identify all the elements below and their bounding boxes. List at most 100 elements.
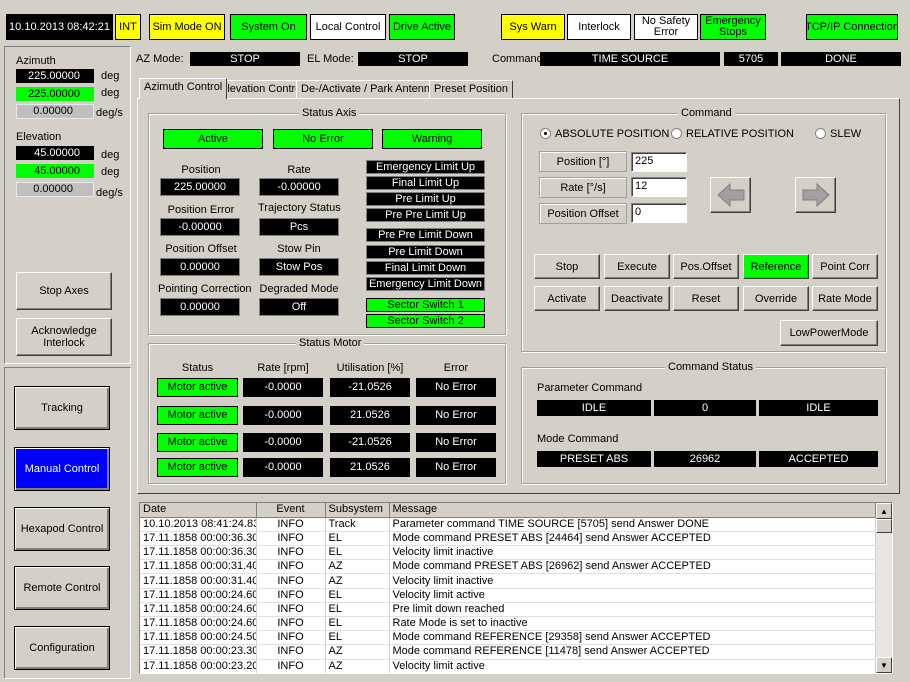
arrow-right-icon[interactable] — [795, 177, 836, 213]
log-event: INFO — [256, 644, 326, 660]
command-id: 5705 — [724, 52, 778, 66]
log-row[interactable]: 17.11.1858 00:00:24.604 INFO EL Velocity li… — [140, 588, 876, 603]
interlock-indicator: Interlock — [567, 14, 631, 40]
radio-absolute-position[interactable]: ABSOLUTE POSITION — [540, 128, 669, 140]
log-event: INFO — [256, 602, 326, 618]
log-header-subsystem[interactable]: Subsystem — [325, 503, 390, 518]
arrow-left-icon[interactable] — [710, 177, 751, 213]
reset-button[interactable]: Reset — [673, 286, 739, 311]
log-row[interactable]: 17.11.1858 00:00:24.604 INFO EL Pre limit d… — [140, 602, 876, 618]
stop-button[interactable]: Stop — [534, 254, 600, 279]
nav-manual-control-button[interactable]: Manual Control — [14, 447, 110, 491]
override-button[interactable]: Override — [743, 286, 809, 311]
position-error-label: Position Error — [167, 204, 235, 216]
unit-deg: deg — [101, 166, 120, 178]
tab-azimuth-control[interactable]: Azimuth Control — [139, 78, 228, 99]
log-event: INFO — [256, 545, 326, 561]
log-row[interactable]: 17.11.1858 00:00:23.204 INFO AZ Velocity li… — [140, 659, 876, 673]
log-event: INFO — [256, 630, 326, 646]
log-row[interactable]: 10.10.2013 08:41:24.837 INFO Track Paramete… — [140, 517, 876, 532]
log-row[interactable]: 17.11.1858 00:00:36.304 INFO EL Velocity li… — [140, 545, 876, 561]
log-subsystem: AZ — [325, 559, 390, 575]
execute-button[interactable]: Execute — [604, 254, 670, 279]
position-value: 225.00000 — [160, 178, 240, 196]
reference-button[interactable]: Reference — [743, 254, 809, 279]
unit-deg: deg — [101, 70, 120, 82]
log-row[interactable]: 17.11.1858 00:00:24.504 INFO EL Mode comman… — [140, 630, 876, 646]
mode-command-label: Mode Command — [537, 433, 619, 445]
log-subsystem: EL — [325, 588, 390, 603]
rate-input[interactable]: 12 — [631, 177, 687, 197]
radio-relative-position[interactable]: RELATIVE POSITION — [671, 128, 794, 140]
el-target-readout: 45.00000 — [16, 164, 94, 178]
rate-mode-button[interactable]: Rate Mode — [812, 286, 878, 311]
log-message: Mode command REFERENCE [29358] send Answ… — [389, 630, 876, 646]
low-power-mode-button[interactable]: LowPowerMode — [780, 320, 878, 346]
offset-input[interactable]: 0 — [631, 203, 687, 223]
scroll-down-icon[interactable]: ▼ — [876, 657, 892, 673]
pos-offset-button[interactable]: Pos.Offset — [673, 254, 739, 279]
deactivate-button[interactable]: Deactivate — [604, 286, 670, 311]
log-header-date[interactable]: Date — [140, 503, 257, 518]
trajectory-status-value: Pcs — [259, 218, 339, 236]
limit-final-down: Final Limit Down — [366, 261, 485, 275]
position-offset-label: Position Offset — [165, 243, 237, 255]
command-value: TIME SOURCE — [540, 52, 720, 66]
rate-value: -0.00000 — [259, 178, 339, 196]
log-date: 17.11.1858 00:00:24.504 — [140, 630, 257, 646]
rate-label: Rate — [287, 164, 311, 176]
limit-emergency-down: Emergency Limit Down — [366, 277, 485, 291]
radio-selected-icon — [540, 128, 551, 139]
stop-axes-button[interactable]: Stop Axes — [16, 272, 112, 310]
log-subsystem: Track — [325, 517, 390, 532]
log-subsystem: EL — [325, 531, 390, 547]
log-subsystem: AZ — [325, 573, 390, 589]
log-row[interactable]: 17.11.1858 00:00:31.404 INFO AZ Velocity li… — [140, 573, 876, 589]
mode-command-value: PRESET ABS — [537, 451, 651, 467]
scroll-thumb[interactable] — [876, 519, 892, 533]
int-indicator: INT — [115, 14, 141, 40]
log-date: 17.11.1858 00:00:24.604 — [140, 616, 257, 632]
radio-slew[interactable]: SLEW — [815, 128, 861, 140]
radio-icon — [815, 128, 826, 139]
log-subsystem: EL — [325, 602, 390, 618]
stow-pin-label: Stow Pin — [277, 243, 321, 255]
command-title: Command — [678, 107, 735, 119]
emergency-stops-indicator: Emergency Stops — [700, 14, 766, 40]
nav-remote-control-button[interactable]: Remote Control — [14, 566, 110, 610]
log-subsystem: EL — [325, 616, 390, 632]
sector-switch-1: Sector Switch 1 — [366, 298, 485, 312]
axis-active-indicator: Active — [163, 129, 263, 149]
datetime-display: 10.10.2013 08:42:21 — [6, 14, 113, 40]
drive-active-indicator: Drive Active — [389, 14, 455, 40]
log-row[interactable]: 17.11.1858 00:00:23.304 INFO AZ Mode comman… — [140, 644, 876, 660]
el-mode-value: STOP — [358, 52, 468, 66]
log-header-event[interactable]: Event — [256, 503, 326, 518]
acknowledge-interlock-button[interactable]: Acknowledge Interlock — [16, 318, 112, 356]
log-message: Rate Mode is set to inactive — [389, 616, 876, 632]
event-log[interactable]: Date Event Subsystem Message 10.10.2013 … — [139, 502, 893, 674]
nav-tracking-button[interactable]: Tracking — [14, 386, 110, 430]
az-rate-readout: 0.00000 — [16, 104, 94, 119]
tab-elevation-control[interactable]: Elevation Control — [215, 80, 309, 98]
nav-hexapod-control-button[interactable]: Hexapod Control — [14, 507, 110, 551]
point-corr-button[interactable]: Point Corr — [812, 254, 878, 279]
log-row[interactable]: 17.11.1858 00:00:31.404 INFO AZ Mode comman… — [140, 559, 876, 575]
tab-preset-position[interactable]: Preset Position — [429, 80, 513, 98]
limit-pre-up: Pre Limit Up — [366, 192, 485, 206]
log-row[interactable]: 17.11.1858 00:00:36.304 INFO EL Mode comman… — [140, 531, 876, 547]
scroll-up-icon[interactable]: ▲ — [876, 503, 892, 519]
log-row[interactable]: 17.11.1858 00:00:24.604 INFO EL Rate Mode i… — [140, 616, 876, 632]
status-axis-title: Status Axis — [299, 107, 360, 119]
position-input-label: Position [°] — [539, 151, 627, 172]
motor-4-error: No Error — [416, 458, 496, 477]
log-message: Velocity limit inactive — [389, 545, 876, 561]
log-header-message[interactable]: Message — [389, 503, 876, 518]
activate-button[interactable]: Activate — [534, 286, 600, 311]
tab-deactivate-park[interactable]: De-/Activate / Park Antenna — [296, 80, 442, 98]
nav-configuration-button[interactable]: Configuration — [14, 626, 110, 670]
position-input[interactable]: 225 — [631, 152, 687, 172]
log-date: 17.11.1858 00:00:31.404 — [140, 573, 257, 589]
system-on-indicator: System On — [230, 14, 307, 40]
position-offset-value: 0.00000 — [160, 258, 240, 276]
